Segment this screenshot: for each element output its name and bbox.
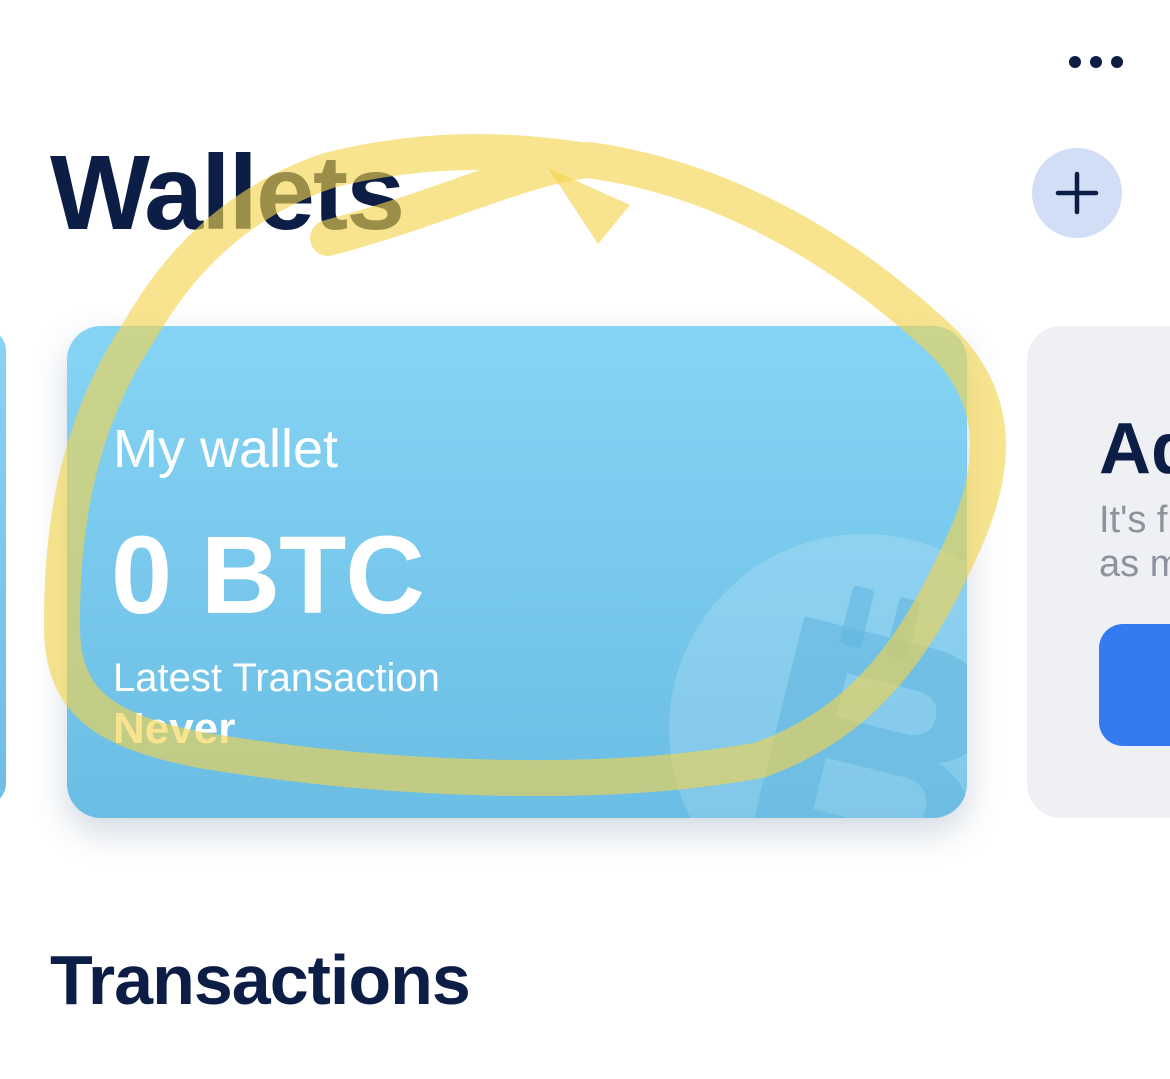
bitcoin-icon	[669, 534, 967, 818]
wallet-balance: 0 BTC	[111, 514, 425, 637]
promo-action-button[interactable]	[1099, 624, 1170, 746]
wallets-screen: Wallets My wallet 0 BTC Latest Transacti…	[0, 0, 1170, 1079]
promo-title: Ad	[1099, 409, 1170, 489]
promo-text: It's f as m	[1099, 498, 1170, 586]
more-dot-icon	[1111, 56, 1123, 68]
promo-text-line: It's f	[1099, 499, 1168, 541]
promo-text-line: as m	[1099, 543, 1170, 585]
wallet-card[interactable]: My wallet 0 BTC Latest Transaction Never	[67, 326, 967, 818]
previous-wallet-card[interactable]	[0, 328, 6, 806]
highlight-arrow-head	[548, 168, 630, 244]
more-options-button[interactable]	[1058, 42, 1134, 82]
latest-transaction-label: Latest Transaction	[113, 656, 440, 700]
more-dot-icon	[1090, 56, 1102, 68]
latest-transaction-value: Never	[113, 704, 236, 753]
page-title: Wallets	[50, 134, 405, 252]
wallet-name: My wallet	[113, 419, 339, 479]
plus-icon	[1055, 171, 1099, 215]
add-wallet-promo-card[interactable]: Ad It's f as m	[1027, 326, 1170, 818]
more-dot-icon	[1069, 56, 1081, 68]
add-wallet-button[interactable]	[1032, 148, 1122, 238]
transactions-section-title: Transactions	[50, 941, 471, 1019]
